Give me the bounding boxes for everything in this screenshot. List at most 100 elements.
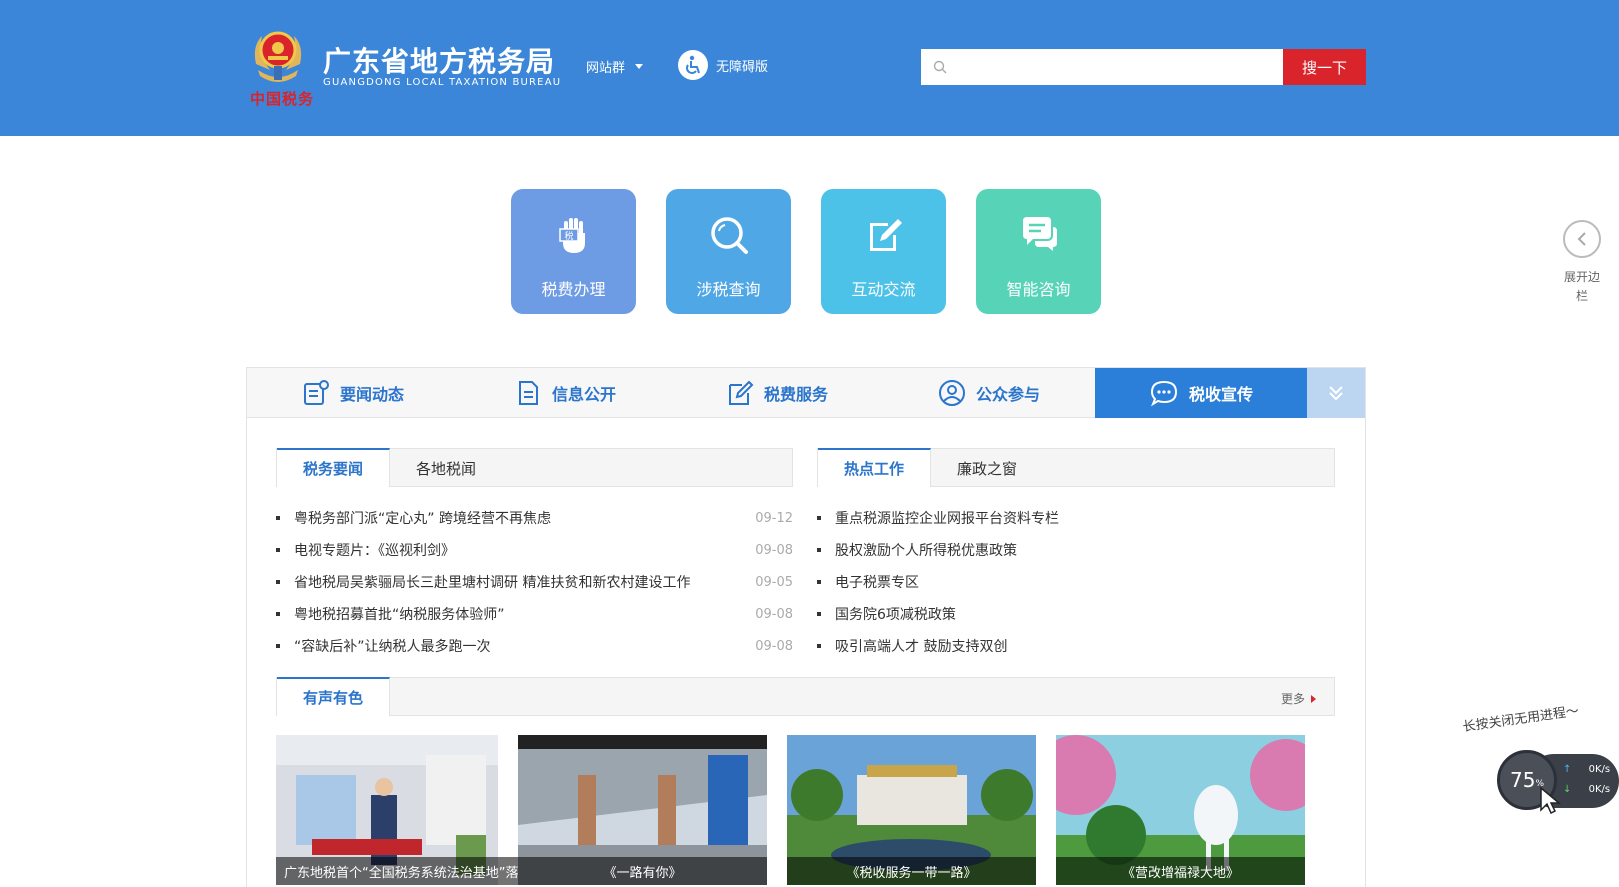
search-icon xyxy=(933,60,947,74)
chat-bubbles-icon xyxy=(1022,217,1057,251)
list-item[interactable]: 电视专题片：《巡视利剑》 09-08 xyxy=(276,534,793,566)
news-title: 电子税票专区 xyxy=(835,575,919,591)
news-title: 省地税局吴紫骊局长三赴里塘村调研 精准扶贫和新农村建设工作 xyxy=(294,575,691,591)
list-item[interactable]: 粤税务部门派“定心丸” 跨境经营不再焦虑 09-12 xyxy=(276,502,793,534)
accessibility-label: 无障碍版 xyxy=(716,59,769,75)
nav-label: 公众参与 xyxy=(975,385,1040,404)
video-thumb[interactable]: 《一路有你》 xyxy=(518,735,767,885)
site-group-dropdown[interactable]: 网站群 xyxy=(586,57,644,76)
left-news-list: 粤税务部门派“定心丸” 跨境经营不再焦虑 09-12 电视专题片：《巡视利剑》 09… xyxy=(276,502,793,662)
search-box xyxy=(921,49,1283,85)
double-chevron-down-icon xyxy=(1329,386,1343,401)
tile-label: 税费办理 xyxy=(541,280,606,299)
tab-media[interactable]: 有声有色 xyxy=(277,677,391,716)
tab-hot-work[interactable]: 热点工作 xyxy=(818,448,932,487)
speed-widget[interactable]: 75% ↑ 0K/s ↓ 0K/s xyxy=(1497,750,1619,815)
left-subtabs: 税务要闻 各地税闻 xyxy=(276,448,793,487)
document-icon xyxy=(518,381,538,405)
memory-percent: 75 xyxy=(1509,768,1536,792)
nav-label: 信息公开 xyxy=(551,385,616,404)
service-tiles: 税 税费办理 涉税查询 互动交流 智能咨询 xyxy=(511,189,1101,314)
edit-icon xyxy=(728,380,754,405)
list-item[interactable]: 国务院6项减税政策 xyxy=(817,598,1335,630)
sidebar-toggle-label: 展开边栏 xyxy=(1563,270,1600,303)
list-item[interactable]: 股权激励个人所得税优惠政策 xyxy=(817,534,1335,566)
news-title: 股权激励个人所得税优惠政策 xyxy=(835,543,1017,559)
tile-label: 智能咨询 xyxy=(1006,280,1071,299)
chevron-down-icon xyxy=(635,64,644,69)
site-title-english: GUANGDONG LOCAL TAXATION BUREAU xyxy=(323,77,562,88)
news-title: 国务院6项减税政策 xyxy=(835,607,956,623)
nav-label: 税收宣传 xyxy=(1188,385,1253,404)
list-item[interactable]: “容缺后补”让纳税人最多跑一次 09-08 xyxy=(276,630,793,662)
site-title[interactable]: 广东省地方税务局 xyxy=(323,40,555,80)
nav-label: 要闻动态 xyxy=(339,385,404,404)
search-button[interactable]: 搜一下 xyxy=(1283,49,1366,85)
nav-label: 税费服务 xyxy=(763,385,828,404)
news-title: 电视专题片：《巡视利剑》 xyxy=(294,543,455,559)
tab-tax-news[interactable]: 税务要闻 xyxy=(277,448,391,487)
svg-text:税: 税 xyxy=(564,230,573,242)
chat-icon xyxy=(1150,380,1177,407)
tax-emblem-icon xyxy=(254,31,302,82)
upload-speed-value: 0K/s xyxy=(1588,764,1611,775)
tile-tax-handling[interactable]: 税 税费办理 xyxy=(511,189,636,314)
video-thumb[interactable]: 《营改增福禄大地》 xyxy=(1056,735,1305,885)
upload-speed: ↑ 0K/s xyxy=(1563,764,1610,775)
video-thumbnails: 广东地税首个“全国税务系统法治基地”落户珠海 《一路有你》 《税收服务一带一路》 xyxy=(276,735,1305,885)
search-input[interactable] xyxy=(955,52,1275,82)
media-header: 有声有色 xyxy=(276,677,1335,716)
site-group-label: 网站群 xyxy=(586,61,626,76)
list-item[interactable]: 重点税源监控企业网报平台资料专栏 xyxy=(817,502,1335,534)
tile-smart-consult[interactable]: 智能咨询 xyxy=(976,189,1101,314)
video-caption: 《税收服务一带一路》 xyxy=(787,857,1036,885)
download-speed: ↓ 0K/s xyxy=(1563,784,1610,795)
more-label: 更多 xyxy=(1281,692,1306,706)
news-date: 09-05 xyxy=(755,574,793,590)
chevron-left-icon xyxy=(1563,220,1601,258)
accessibility-link[interactable]: 无障碍版 xyxy=(678,50,768,80)
list-item[interactable]: 省地税局吴紫骊局长三赴里塘村调研 精准扶贫和新农村建设工作 09-05 xyxy=(276,566,793,598)
edit-icon xyxy=(869,219,902,251)
right-news-list: 重点税源监控企业网报平台资料专栏 股权激励个人所得税优惠政策 电子税票专区 国务… xyxy=(817,502,1335,662)
nav-item-publicity[interactable]: 税收宣传 xyxy=(1095,368,1307,418)
video-caption: 《一路有你》 xyxy=(518,857,767,885)
video-thumb[interactable]: 《税收服务一带一路》 xyxy=(787,735,1036,885)
video-caption: 广东地税首个“全国税务系统法治基地”落户珠海 xyxy=(276,857,525,885)
cursor-icon xyxy=(1540,786,1562,815)
news-title: 重点税源监控企业网报平台资料专栏 xyxy=(835,511,1059,527)
arrow-right-icon xyxy=(1311,694,1317,703)
news-title: 吸引高端人才 鼓励支持双创 xyxy=(835,639,1008,655)
tile-label: 互动交流 xyxy=(851,280,916,299)
main-nav: 要闻动态 信息公开 税费服务 公众参与 税收宣传 xyxy=(247,368,1365,418)
logo-subtitle: 中国税务 xyxy=(250,90,315,108)
news-date: 09-12 xyxy=(755,510,793,526)
news-date: 09-08 xyxy=(755,606,793,622)
list-item[interactable]: 粤地税招募首批“纳税服务体验师” 09-08 xyxy=(276,598,793,630)
video-thumb[interactable]: 广东地税首个“全国税务系统法治基地”落户珠海 xyxy=(276,735,525,885)
wheelchair-icon xyxy=(678,50,708,80)
tile-tax-query[interactable]: 涉税查询 xyxy=(666,189,791,314)
tab-local-news[interactable]: 各地税闻 xyxy=(390,449,502,487)
magnifier-icon xyxy=(710,217,748,254)
more-link[interactable]: 更多 xyxy=(1281,690,1317,707)
arrow-up-icon: ↑ xyxy=(1563,764,1572,775)
sidebar-toggle[interactable]: 展开边栏 xyxy=(1563,220,1603,306)
news-date: 09-08 xyxy=(755,638,793,654)
nav-item-tax-service[interactable]: 税费服务 xyxy=(671,368,883,418)
download-speed-value: 0K/s xyxy=(1588,784,1611,795)
nav-item-news[interactable]: 要闻动态 xyxy=(247,368,459,418)
right-subtabs: 热点工作 廉政之窗 xyxy=(817,448,1335,487)
nav-item-disclosure[interactable]: 信息公开 xyxy=(459,368,671,418)
list-item[interactable]: 吸引高端人才 鼓励支持双创 xyxy=(817,630,1335,662)
tab-integrity[interactable]: 廉政之窗 xyxy=(931,449,1043,487)
arrow-down-icon: ↓ xyxy=(1563,784,1572,795)
news-title: “容缺后补”让纳税人最多跑一次 xyxy=(294,639,491,655)
news-title: 粤地税招募首批“纳税服务体验师” xyxy=(294,607,505,623)
tile-interaction[interactable]: 互动交流 xyxy=(821,189,946,314)
person-icon xyxy=(938,380,965,406)
nav-item-participation[interactable]: 公众参与 xyxy=(883,368,1095,418)
news-title: 粤税务部门派“定心丸” 跨境经营不再焦虑 xyxy=(294,511,551,527)
nav-expand-button[interactable] xyxy=(1307,368,1365,418)
list-item[interactable]: 电子税票专区 xyxy=(817,566,1335,598)
